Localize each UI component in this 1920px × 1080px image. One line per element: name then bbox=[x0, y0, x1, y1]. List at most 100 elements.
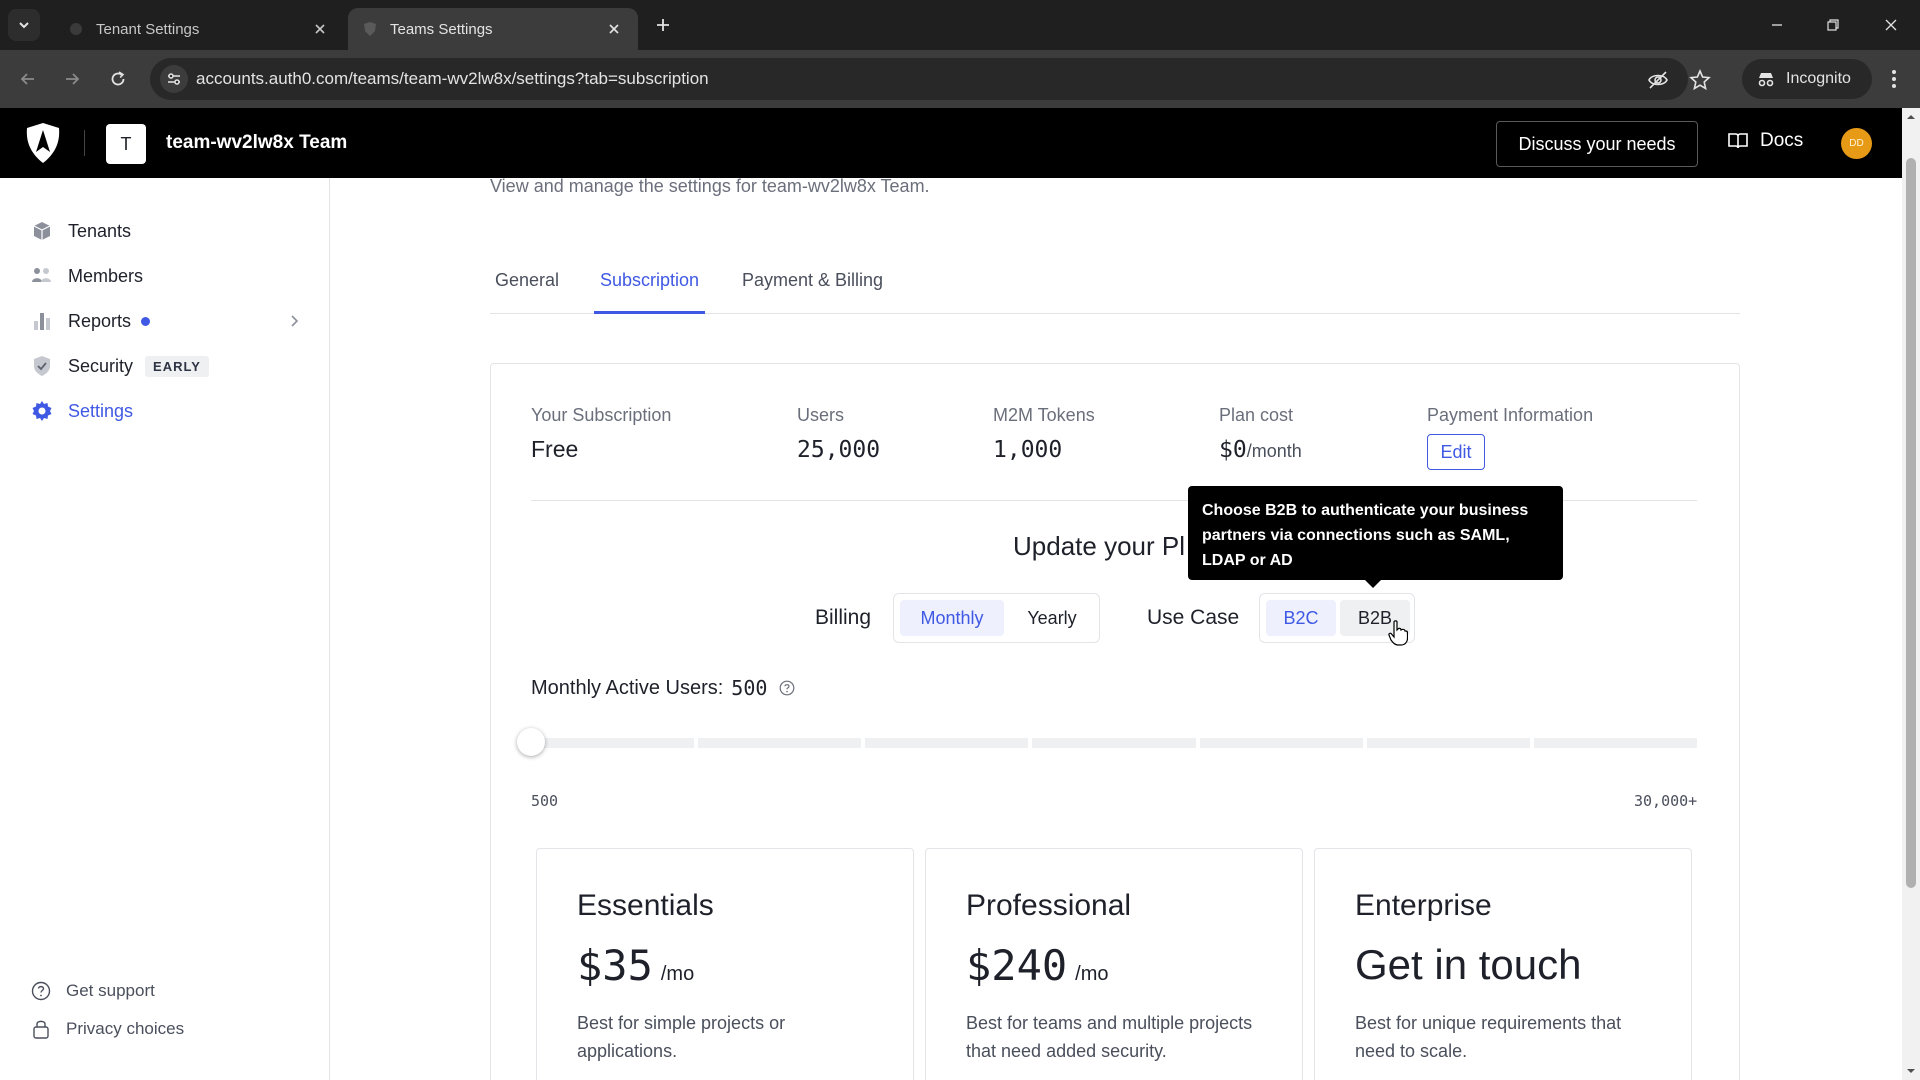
star-icon[interactable] bbox=[1688, 68, 1712, 92]
plan-description: Best for simple projects or applications… bbox=[577, 1013, 786, 1061]
scrollbar-thumb[interactable] bbox=[1906, 158, 1916, 888]
use-case-b2c-option[interactable]: B2C bbox=[1266, 600, 1336, 636]
page-scrollbar[interactable] bbox=[1902, 108, 1920, 1080]
new-tab-button[interactable] bbox=[650, 12, 676, 38]
sidebar-item-tenants[interactable]: Tenants bbox=[30, 216, 131, 246]
slider-segment bbox=[531, 738, 695, 748]
sidebar-item-label: Reports bbox=[68, 310, 132, 331]
plan-price: $35 bbox=[577, 941, 653, 990]
address-bar[interactable]: accounts.auth0.com/teams/team-wv2lw8x/se… bbox=[150, 58, 1711, 100]
page-subtitle: View and manage the settings for team-wv… bbox=[490, 176, 930, 196]
close-tab-icon[interactable] bbox=[310, 19, 330, 39]
close-tab-icon[interactable] bbox=[604, 19, 624, 39]
tooltip-arrow bbox=[1365, 580, 1381, 588]
help-circle-icon[interactable] bbox=[779, 680, 795, 696]
plan-card-enterprise[interactable]: Enterprise Get in touch Best for unique … bbox=[1314, 848, 1692, 1080]
plan-cost-unit: /month bbox=[1246, 441, 1302, 461]
auth0-logo-icon[interactable] bbox=[24, 122, 62, 164]
use-case-label: Use Case bbox=[1147, 606, 1240, 629]
discuss-your-needs-button[interactable]: Discuss your needs bbox=[1496, 121, 1698, 167]
shield-check-icon bbox=[30, 354, 54, 378]
privacy-choices-link[interactable]: Privacy choices bbox=[30, 1018, 184, 1040]
sidebar-item-label: Settings bbox=[68, 400, 134, 421]
eye-off-icon[interactable] bbox=[1646, 68, 1670, 92]
sidebar-item-label: Members bbox=[68, 265, 144, 286]
more-vertical-icon bbox=[1892, 70, 1896, 88]
browser-tabstrip: Tenant Settings Teams Settings bbox=[0, 0, 1920, 50]
tab-payment-billing[interactable]: Payment & Billing bbox=[742, 270, 883, 314]
url-text[interactable]: accounts.auth0.com/teams/team-wv2lw8x/se… bbox=[196, 69, 709, 89]
minimize-button[interactable] bbox=[1764, 12, 1790, 38]
minimize-icon bbox=[1772, 24, 1782, 26]
lock-icon bbox=[30, 1018, 52, 1040]
billing-monthly-option[interactable]: Monthly bbox=[900, 600, 1004, 636]
b2b-tooltip: Choose B2B to authenticate your business… bbox=[1188, 486, 1563, 580]
bar-chart-icon bbox=[30, 309, 54, 333]
site-info-button[interactable] bbox=[160, 65, 188, 93]
restore-icon bbox=[1827, 19, 1839, 31]
sidebar-item-members[interactable]: Members bbox=[30, 261, 143, 291]
team-avatar[interactable]: T bbox=[106, 124, 146, 164]
slider-max-label: 30,000+ bbox=[1634, 792, 1698, 810]
user-avatar[interactable]: DD bbox=[1841, 128, 1872, 159]
forward-button[interactable] bbox=[58, 65, 86, 93]
auth0-shield-icon bbox=[362, 21, 378, 37]
sidebar-item-settings[interactable]: Settings bbox=[30, 396, 133, 426]
mau-slider-track[interactable] bbox=[531, 738, 1697, 748]
users-summary: Users 25,000 bbox=[797, 405, 880, 463]
sidebar-item-reports[interactable]: Reports bbox=[30, 306, 151, 336]
tab-search-button[interactable] bbox=[8, 9, 40, 41]
tab-general[interactable]: General bbox=[495, 270, 559, 314]
browser-tab-tenant-settings[interactable]: Tenant Settings bbox=[54, 8, 344, 50]
chevron-down-icon bbox=[19, 22, 29, 29]
tab-subscription[interactable]: Subscription bbox=[594, 270, 706, 314]
incognito-indicator[interactable]: Incognito bbox=[1742, 59, 1872, 99]
close-window-button[interactable] bbox=[1878, 12, 1904, 38]
app-header: T team-wv2lw8x Team Discuss your needs D… bbox=[0, 108, 1902, 178]
users-value: 25,000 bbox=[797, 437, 881, 463]
incognito-label: Incognito bbox=[1786, 70, 1851, 87]
notification-dot bbox=[141, 316, 151, 326]
m2m-tokens-value: 1,000 bbox=[993, 437, 1063, 463]
update-plan-title: Update your Pl bbox=[1013, 531, 1185, 561]
edit-payment-button[interactable]: Edit bbox=[1427, 434, 1485, 470]
billing-yearly-option[interactable]: Yearly bbox=[1008, 600, 1096, 636]
tab-title: Teams Settings bbox=[390, 20, 493, 38]
plan-cost-summary: Plan cost $0/month bbox=[1219, 405, 1302, 463]
mau-slider-thumb[interactable] bbox=[517, 728, 545, 756]
slider-segment bbox=[1032, 738, 1196, 748]
scroll-up-arrow-icon[interactable] bbox=[1906, 112, 1916, 122]
plan-unit: /mo bbox=[660, 963, 695, 985]
browser-menu-button[interactable] bbox=[1880, 65, 1908, 93]
header-divider bbox=[84, 130, 85, 156]
settings-tabs: General Subscription Payment & Billing bbox=[490, 260, 1740, 314]
plus-icon bbox=[657, 19, 669, 31]
restore-button[interactable] bbox=[1820, 12, 1846, 38]
browser-tab-teams-settings[interactable]: Teams Settings bbox=[348, 8, 638, 50]
plan-name: Professional bbox=[966, 889, 1132, 922]
cube-icon bbox=[30, 219, 54, 243]
plan-unit: /mo bbox=[1075, 963, 1109, 985]
docs-link[interactable]: Docs bbox=[1728, 130, 1803, 152]
plan-card-professional[interactable]: Professional $240/mo Best for teams and … bbox=[925, 848, 1303, 1080]
incognito-icon bbox=[1758, 73, 1774, 87]
plan-description: Best for teams and multiple projects tha… bbox=[966, 1013, 1253, 1061]
get-support-link[interactable]: Get support bbox=[30, 980, 155, 1002]
plan-name: Essentials bbox=[577, 889, 714, 922]
gear-icon bbox=[30, 399, 54, 423]
chevron-right-icon[interactable] bbox=[286, 313, 302, 329]
payment-information-label: Payment Information bbox=[1427, 405, 1594, 425]
users-label: Users bbox=[797, 405, 845, 425]
plan-price: Get in touch bbox=[1355, 941, 1582, 988]
slider-segment bbox=[865, 738, 1029, 748]
plan-name: Enterprise bbox=[1355, 889, 1492, 922]
help-circle-icon bbox=[30, 980, 52, 1002]
back-button[interactable] bbox=[14, 65, 42, 93]
sidebar-item-security[interactable]: Security EARLY bbox=[30, 351, 209, 381]
reload-button[interactable] bbox=[104, 65, 132, 93]
team-name[interactable]: team-wv2lw8x Team bbox=[166, 132, 347, 154]
browser-toolbar: accounts.auth0.com/teams/team-wv2lw8x/se… bbox=[0, 50, 1920, 108]
scroll-down-arrow-icon[interactable] bbox=[1906, 1066, 1916, 1076]
arrow-left-icon bbox=[20, 73, 34, 85]
plan-card-essentials[interactable]: Essentials $35/mo Best for simple projec… bbox=[536, 848, 914, 1080]
